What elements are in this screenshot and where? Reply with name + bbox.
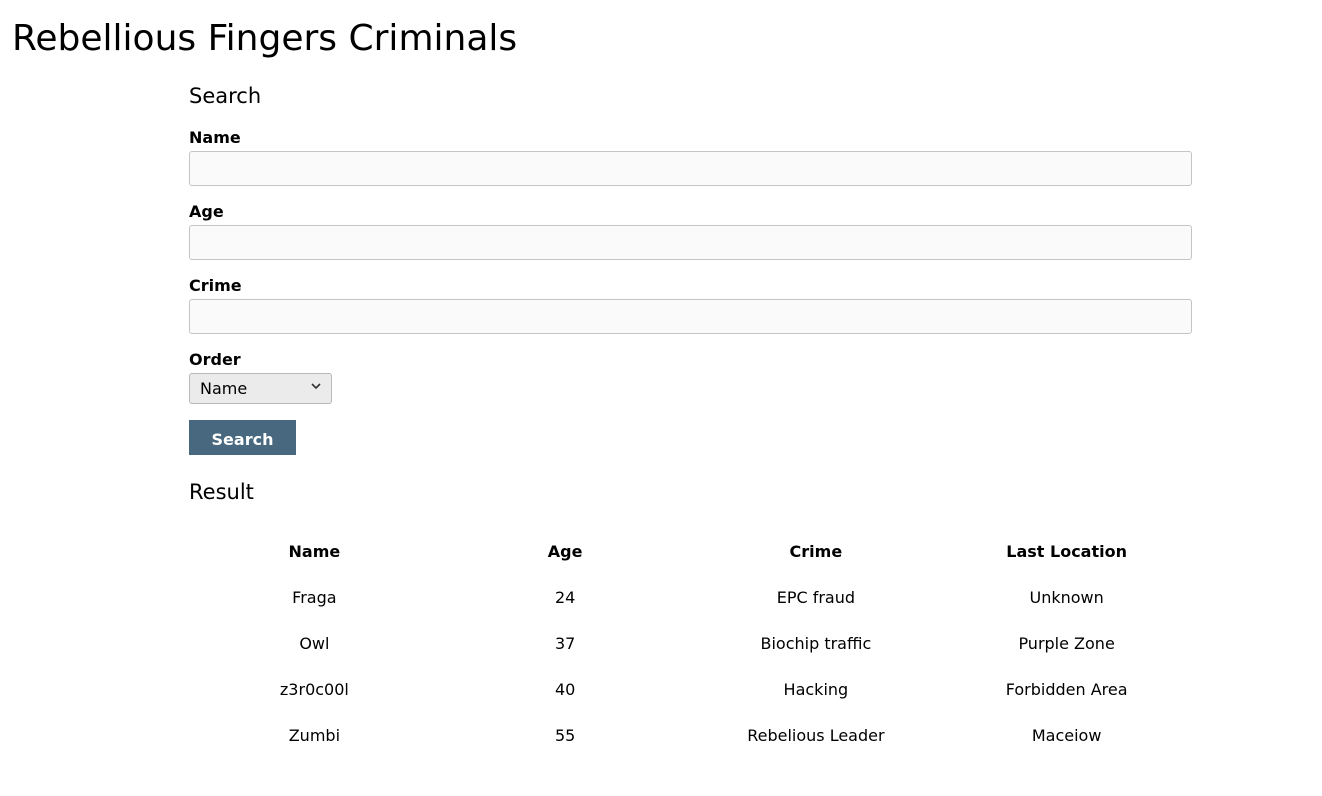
crime-input[interactable]	[189, 299, 1192, 334]
order-select[interactable]: Name	[189, 373, 332, 404]
cell-crime: EPC fraud	[776, 587, 856, 607]
cell-age: 37	[554, 633, 576, 653]
page-title: Rebellious Fingers Criminals	[12, 18, 518, 59]
crime-label: Crime	[189, 276, 242, 295]
age-label: Age	[189, 202, 224, 221]
cell-crime: Rebelious Leader	[747, 725, 885, 745]
search-heading: Search	[189, 84, 262, 108]
table-row: Owl 37 Biochip traffic Purple Zone	[189, 620, 1192, 666]
column-header-last-location: Last Location	[1006, 541, 1127, 561]
main-content: Search Name Age Crime Order Name Search …	[189, 82, 1192, 758]
results-table: Name Age Crime Last Location Fraga 24 EP…	[189, 528, 1192, 758]
name-label: Name	[189, 128, 241, 147]
cell-last-location: Unknown	[1029, 587, 1104, 607]
result-heading: Result	[189, 480, 254, 504]
search-button[interactable]: Search	[189, 420, 296, 455]
cell-last-location: Forbidden Area	[1005, 679, 1128, 699]
cell-crime: Hacking	[783, 679, 849, 699]
order-selected-value: Name	[200, 379, 248, 398]
column-header-name: Name	[288, 541, 341, 561]
cell-last-location: Purple Zone	[1018, 633, 1115, 653]
order-label: Order	[189, 350, 241, 369]
cell-age: 55	[554, 725, 576, 745]
cell-name: Fraga	[292, 587, 337, 607]
table-row: Fraga 24 EPC fraud Unknown	[189, 574, 1192, 620]
cell-name: Owl	[299, 633, 330, 653]
cell-crime: Biochip traffic	[760, 633, 872, 653]
cell-name: Zumbi	[288, 725, 341, 745]
age-input[interactable]	[189, 225, 1192, 260]
cell-age: 40	[554, 679, 576, 699]
column-header-crime: Crime	[789, 541, 843, 561]
cell-name: z3r0c00l	[279, 679, 349, 699]
table-header-row: Name Age Crime Last Location	[189, 528, 1192, 574]
table-row: z3r0c00l 40 Hacking Forbidden Area	[189, 666, 1192, 712]
name-input[interactable]	[189, 151, 1192, 186]
column-header-age: Age	[547, 541, 583, 561]
cell-age: 24	[554, 587, 576, 607]
cell-last-location: Maceiow	[1031, 725, 1102, 745]
table-row: Zumbi 55 Rebelious Leader Maceiow	[189, 712, 1192, 758]
chevron-down-icon	[311, 383, 321, 390]
